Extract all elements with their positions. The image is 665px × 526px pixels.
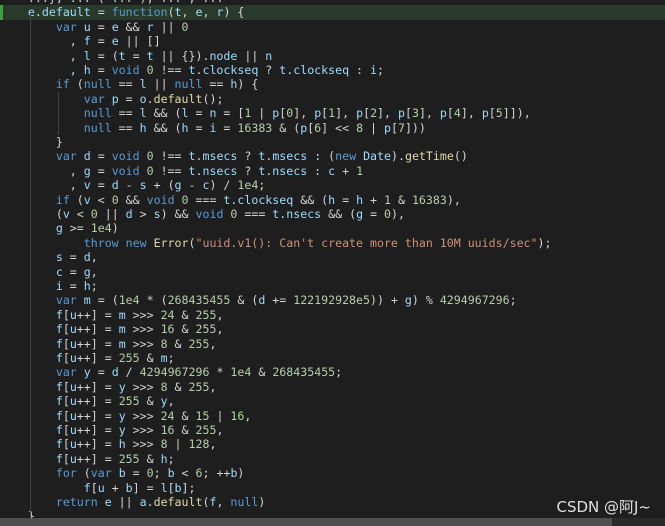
code-line[interactable]: f[u++] = 255 & y, xyxy=(0,394,665,408)
indent-guide xyxy=(30,14,31,519)
code-line[interactable]: null == l && (l = n = [1 | p[0], p[1], p… xyxy=(0,106,665,120)
current-line-marker xyxy=(0,5,3,20)
code-line[interactable]: var m = (1e4 * (268435455 & (d += 122192… xyxy=(0,293,665,307)
code-line[interactable]: f[u++] = 255 & h; xyxy=(0,452,665,466)
code-line[interactable]: } xyxy=(0,135,665,149)
indent-guide xyxy=(58,91,59,135)
code-line[interactable]: null == h && (h = i = 16383 & (p[6] << 8… xyxy=(0,121,665,135)
code-line[interactable]: , v = d - s + (g - c) / 1e4; xyxy=(0,178,665,192)
code-line[interactable]: , f = e || [] xyxy=(0,34,665,48)
horizontal-scrollbar-thumb[interactable] xyxy=(0,518,612,526)
code-editor[interactable]: ...}, ... ( ... ), ... , ... e.default =… xyxy=(0,0,665,526)
code-line[interactable]: f[u++] = y >>> 8 & 255, xyxy=(0,380,665,394)
code-line[interactable]: g >= 1e4) xyxy=(0,221,665,235)
code-line[interactable]: f[u++] = y >>> 24 & 15 | 16, xyxy=(0,409,665,423)
code-line[interactable]: , l = (t = t || {}).node || n xyxy=(0,49,665,63)
code-line[interactable]: (v < 0 || d > s) && void 0 === t.nsecs &… xyxy=(0,207,665,221)
csdn-watermark: CSDN @阿J~ xyxy=(556,498,651,516)
code-line[interactable]: s = d, xyxy=(0,250,665,264)
code-line[interactable]: e.default = function(t, e, r) { xyxy=(0,5,665,20)
code-line[interactable]: , h = void 0 !== t.clockseq ? t.clockseq… xyxy=(0,63,665,77)
horizontal-scrollbar[interactable] xyxy=(0,518,665,526)
code-line[interactable]: c = g, xyxy=(0,265,665,279)
code-line[interactable]: f[u++] = y >>> 16 & 255, xyxy=(0,423,665,437)
code-line[interactable]: f[u++] = h >>> 8 | 128, xyxy=(0,437,665,451)
code-line[interactable]: if (v < 0 && void 0 === t.clockseq && (h… xyxy=(0,193,665,207)
code-line[interactable]: throw new Error("uuid.v1(): Can't create… xyxy=(0,236,665,250)
code-line[interactable]: var p = o.default(); xyxy=(0,92,665,106)
code-line[interactable]: i = h; xyxy=(0,279,665,293)
code-line[interactable]: f[u + b] = l[b]; xyxy=(0,481,665,495)
code-line[interactable]: , g = void 0 !== t.nsecs ? t.nsecs : c +… xyxy=(0,164,665,178)
code-line[interactable]: f[u++] = m >>> 8 & 255, xyxy=(0,337,665,351)
code-line[interactable]: f[u++] = 255 & m; xyxy=(0,351,665,365)
code-line[interactable]: for (var b = 0; b < 6; ++b) xyxy=(0,466,665,480)
code-line[interactable]: f[u++] = m >>> 16 & 255, xyxy=(0,322,665,336)
code-line[interactable]: var u = e && r || 0 xyxy=(0,20,665,34)
code-line[interactable]: f[u++] = m >>> 24 & 255, xyxy=(0,308,665,322)
code-line[interactable]: var y = d / 4294967296 * 1e4 & 268435455… xyxy=(0,365,665,379)
code-line[interactable]: if (null == l || null == h) { xyxy=(0,77,665,91)
code-line[interactable]: var d = void 0 !== t.msecs ? t.msecs : (… xyxy=(0,149,665,163)
